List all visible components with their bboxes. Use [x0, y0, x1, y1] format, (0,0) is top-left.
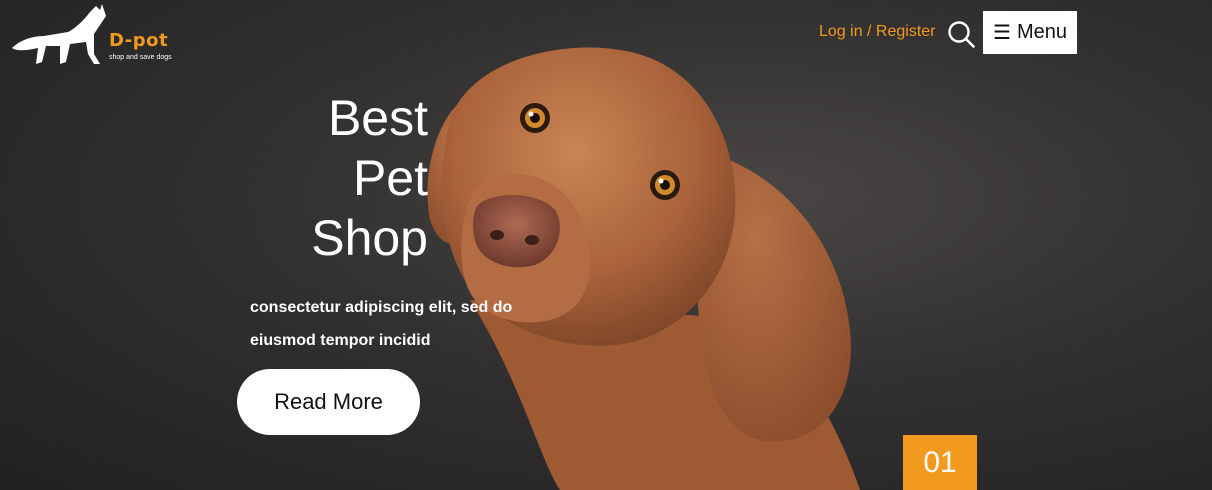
hamburger-icon: ☰	[993, 21, 1011, 44]
subtext-line: eiusmod tempor incidid	[250, 332, 431, 349]
brand-logo[interactable]: D-pot shop and save dogs	[10, 2, 180, 70]
dog-hero-image	[427, 47, 860, 490]
headline-line: Best	[327, 90, 428, 146]
menu-label: Menu	[1016, 21, 1067, 43]
menu-button[interactable]: ☰ Menu	[983, 11, 1077, 54]
subtext-line: consectetur adipiscing elit, sed do	[250, 299, 513, 316]
headline-line: Pet	[352, 150, 428, 206]
hero-banner: D-pot shop and save dogs Log in / Regist…	[0, 0, 1212, 490]
slide-number-badge: 01	[903, 435, 977, 490]
brand-name: D-pot	[109, 30, 169, 51]
login-register-link[interactable]: Log in / Register	[819, 23, 936, 41]
read-more-button[interactable]: Read More	[237, 369, 420, 435]
search-icon[interactable]	[947, 20, 975, 48]
hero-headline: Best Pet Shop	[240, 88, 428, 268]
brand-tagline: shop and save dogs	[109, 54, 172, 61]
headline-line: Shop	[311, 210, 428, 266]
dog-logo-icon	[12, 4, 106, 64]
hero-subtext: consectetur adipiscing elit, sed do eius…	[250, 291, 550, 357]
